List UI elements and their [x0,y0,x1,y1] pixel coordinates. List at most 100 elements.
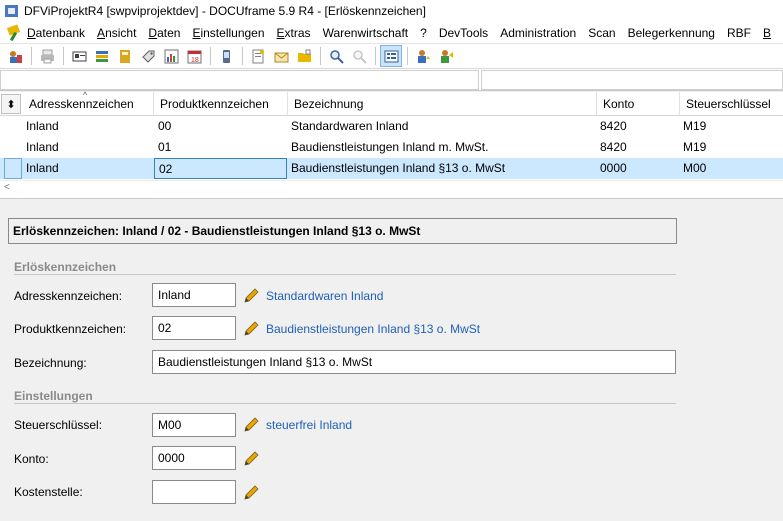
produktkennzeichen-link[interactable]: Baudienstleistungen Inland §13 o. MwSt [266,322,480,336]
column-header-produktkennzeichen[interactable]: Produktkennzeichen [153,92,287,116]
menu-item-extras[interactable]: Extras [277,26,311,40]
cell-steuerschluessel: M19 [683,119,707,133]
menu-item-rbf[interactable]: RBF [727,26,751,40]
toolbar-separator [63,47,64,65]
card-button[interactable] [68,45,90,67]
cell-konto: 8420 [600,119,627,133]
kostenstelle-input[interactable] [152,480,236,504]
steuerschluessel-edit-pencil-icon[interactable] [242,416,260,434]
section-divider [14,403,676,404]
toolbar-separator [210,47,211,65]
title-bar: DFViProjektR4 [swpviprojektdev] - DOCUfr… [0,0,783,22]
cell-adresskennzeichen: Inland [26,140,59,154]
produktkennzeichen-edit-pencil-icon[interactable] [242,320,260,338]
search-disabled-button[interactable] [348,45,370,67]
user-move-icon [439,49,454,64]
toolbar: 18 [0,43,783,69]
record-header: Erlöskennzeichen: Inland / 02 - Baudiens… [8,218,677,244]
cell-produktkennzeichen: 01 [158,140,172,154]
menu-item-warenwirtschaft[interactable]: Warenwirtschaft [323,26,409,40]
toolbar-separator [320,47,321,65]
menu-item-daten[interactable]: Daten [148,26,180,40]
menu-item-b[interactable]: B [763,26,771,40]
chart-button[interactable] [160,45,182,67]
new-doc-icon [251,49,266,64]
table-row-selected[interactable]: Inland 02 Baudienstleistungen Inland §13… [0,158,783,179]
cell-bezeichnung: Baudienstleistungen Inland m. MwSt. [291,140,489,154]
adresskennzeichen-link[interactable]: Standardwaren Inland [266,289,383,303]
section-title-erloeskennzeichen: Erlöskennzeichen [14,260,117,274]
column-header-steuerschluessel[interactable]: Steuerschlüssel [679,92,783,116]
kostenstelle-label: Kostenstelle: [14,485,83,499]
user-move-button[interactable] [435,45,457,67]
bezeichnung-input[interactable]: Baudienstleistungen Inland §13 o. MwSt [152,350,676,374]
sort-asc-icon: ^ [83,90,88,100]
search-icon [329,49,344,64]
menu-item-devtools[interactable]: DevTools [439,26,488,40]
table-row[interactable]: Inland 01 Baudienstleistungen Inland m. … [0,137,783,158]
menu-item-belegerkennung[interactable]: Belegerkennung [628,26,715,40]
steuerschluessel-link[interactable]: steuerfrei Inland [266,418,352,432]
produktkennzeichen-input[interactable]: 02 [152,316,236,340]
menu-item-[interactable]: ? [420,26,427,40]
print-icon [40,49,55,64]
adresskennzeichen-input[interactable]: Inland [152,283,236,307]
produktkennzeichen-label: Produktkennzeichen: [14,322,127,336]
toolbar-separator [31,47,32,65]
cell-produktkennzeichen-focused[interactable]: 02 [154,158,287,179]
detail-form: Erlöskennzeichen: Inland / 02 - Baudiens… [0,208,783,521]
kostenstelle-edit-pencil-icon[interactable] [242,484,260,502]
list-button[interactable] [91,45,113,67]
column-header-konto[interactable]: Konto [596,92,679,116]
konto-input[interactable]: 0000 [152,446,236,470]
konto-edit-pencil-icon[interactable] [242,450,260,468]
sort-updown-icon: ⬍ [6,98,16,111]
konto-label: Konto: [14,452,49,466]
column-header-adresskennzeichen[interactable]: Adresskennzeichen ^ [23,90,153,116]
list-icon [95,49,110,64]
mail-button[interactable] [270,45,292,67]
user-assign-icon [416,49,431,64]
system-menu-icon[interactable] [6,23,21,41]
user-assign-button[interactable] [412,45,434,67]
cell-adresskennzeichen: Inland [26,119,59,133]
filter-input-right[interactable] [481,70,783,90]
menu-item-einstellungen[interactable]: Einstellungen [192,26,264,40]
menu-item-datenbank[interactable]: Datenbank [27,26,85,40]
users-button[interactable] [4,45,26,67]
folder-icon [297,49,312,64]
book-icon [118,49,133,64]
adresskennzeichen-edit-pencil-icon[interactable] [242,287,260,305]
adresskennzeichen-label: Adresskennzeichen: [14,289,123,303]
book-button[interactable] [114,45,136,67]
new-doc-button[interactable] [247,45,269,67]
phone-button[interactable] [215,45,237,67]
scroll-left-icon[interactable]: < [4,182,10,193]
section-divider [14,274,676,275]
tag-button[interactable] [137,45,159,67]
horizontal-scrollbar[interactable]: < [0,180,783,197]
steuerschluessel-input[interactable]: M00 [152,413,236,437]
filter-input-left[interactable] [0,70,479,90]
column-header-bezeichnung[interactable]: Bezeichnung [287,92,596,116]
menu-item-scan[interactable]: Scan [588,26,615,40]
toolbar-separator [242,47,243,65]
form-view-button[interactable] [380,45,402,67]
cell-steuerschluessel: M00 [683,161,707,175]
calendar-button[interactable]: 18 [183,45,205,67]
chart-icon [164,49,179,64]
row-selector[interactable] [4,158,22,179]
column-chooser-button[interactable]: ⬍ [1,94,21,114]
svg-text:18: 18 [191,57,199,64]
panel-splitter[interactable] [0,198,783,208]
menu-bar: Datenbank Ansicht Daten Einstellungen Extras… [0,22,783,43]
cell-adresskennzeichen: Inland [26,161,59,175]
print-button[interactable] [36,45,58,67]
menu-item-ansicht[interactable]: Ansicht [97,26,136,40]
records-grid: ⬍ Adresskennzeichen ^ Produktkennzeichen… [0,90,783,198]
menu-item-administration[interactable]: Administration [500,26,576,40]
search-disabled-icon [352,49,367,64]
folder-button[interactable] [293,45,315,67]
search-button[interactable] [325,45,347,67]
table-row[interactable]: Inland 00 Standardwaren Inland 8420 M19 [0,116,783,137]
